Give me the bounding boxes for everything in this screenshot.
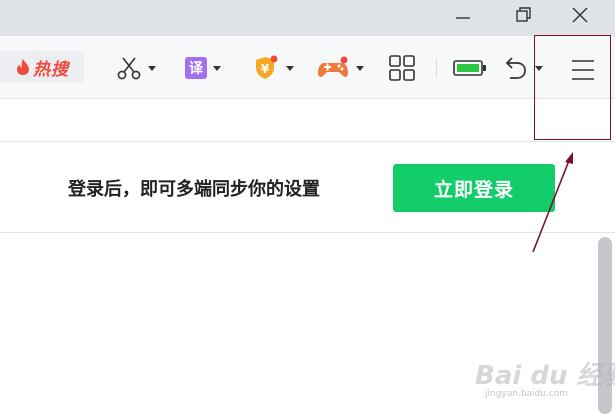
battery-tool[interactable] (453, 54, 487, 82)
login-hint-text: 登录后，即可多端同步你的设置 (68, 179, 320, 200)
login-button[interactable]: 立即登录 (393, 164, 555, 212)
close-button[interactable] (557, 0, 603, 30)
watermark-sub: jingyan.baidu.com (485, 389, 569, 399)
chevron-down-icon[interactable] (148, 65, 156, 71)
toolbar: 热搜 译 ¥ (0, 36, 615, 99)
close-icon (572, 7, 588, 23)
coupon-tool[interactable]: ¥ (252, 54, 294, 82)
watermark-text: Bai du 经验 (475, 361, 615, 391)
hot-search-label: 热搜 (33, 59, 69, 80)
annotation-highlight-box (534, 35, 611, 140)
watermark: Bai du 经验 jingyan.baidu.com (475, 355, 615, 405)
title-bar (0, 0, 615, 36)
game-tool[interactable] (318, 54, 364, 82)
apps-tool[interactable] (388, 54, 416, 82)
screenshot-tool[interactable] (116, 54, 156, 82)
blank-strip (0, 99, 615, 142)
login-panel: 登录后，即可多端同步你的设置 立即登录 (0, 142, 615, 233)
coupon-symbol: ¥ (261, 62, 270, 76)
undo-icon (505, 57, 526, 79)
chevron-down-icon[interactable] (213, 65, 221, 71)
scissors-icon (117, 57, 141, 80)
restore-button[interactable] (500, 0, 546, 30)
apps-grid-icon (389, 55, 415, 81)
chevron-down-icon[interactable] (286, 65, 294, 71)
translate-tool[interactable]: 译 (185, 54, 221, 82)
toolbar-divider (436, 58, 437, 78)
game-icon (318, 56, 348, 77)
translate-icon: 译 (185, 57, 207, 79)
minimize-button[interactable] (440, 0, 486, 30)
browser-window: 热搜 译 ¥ 登录后，即可多端同步你的设置 立即登录 Bai du 经验 jin… (0, 0, 615, 414)
coupon-icon: ¥ (256, 55, 278, 79)
minimize-icon (456, 17, 470, 19)
hot-search-button[interactable]: 热搜 (0, 51, 84, 83)
restore-icon (516, 7, 531, 22)
flame-icon (17, 59, 29, 75)
chevron-down-icon[interactable] (356, 65, 364, 71)
battery-icon (453, 60, 486, 76)
